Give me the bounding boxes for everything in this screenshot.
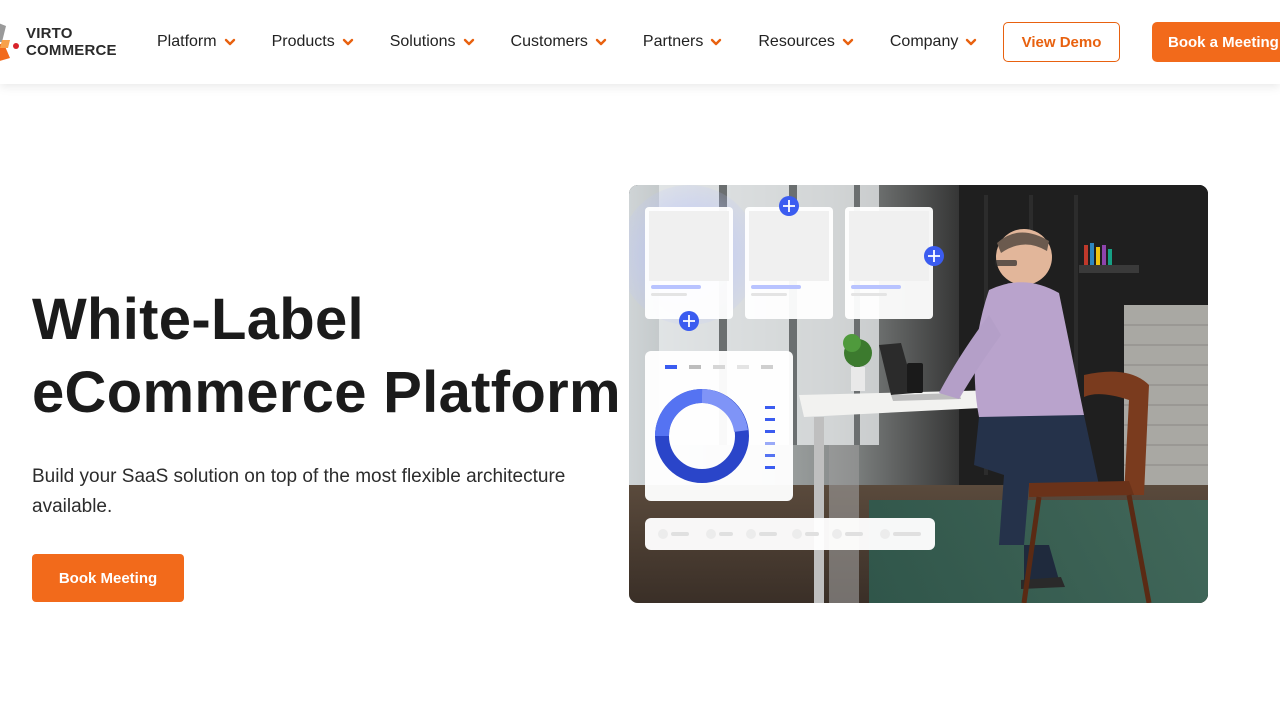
chevron-down-icon	[342, 36, 354, 48]
nav-item-platform[interactable]: Platform	[157, 33, 236, 51]
nav-item-label: Solutions	[389, 33, 456, 50]
chevron-down-icon	[965, 36, 977, 48]
nav-item-customers[interactable]: Customers	[511, 33, 607, 51]
chevron-down-icon	[224, 36, 236, 48]
logo-wordmark: VIRTO COMMERCE	[26, 25, 117, 59]
product-card	[645, 207, 733, 319]
logo-line-1: VIRTO	[26, 25, 73, 42]
hero-title-line-2: eCommerce Platform	[32, 360, 621, 425]
hero-title: White-Label eCommerce Platform	[32, 283, 632, 429]
view-demo-button[interactable]: View Demo	[1003, 22, 1120, 62]
nav-item-products[interactable]: Products	[272, 33, 354, 51]
book-a-meeting-button[interactable]: Book a Meeting	[1152, 22, 1280, 62]
nav-item-label: Resources	[758, 33, 835, 50]
site-header: VIRTO COMMERCE Platform Products Solutio…	[0, 0, 1280, 84]
product-card	[745, 207, 833, 319]
nav-item-label: Partners	[642, 33, 704, 50]
nav-item-label: Products	[271, 33, 335, 50]
nav-item-company[interactable]: Company	[890, 33, 977, 51]
chevron-down-icon	[463, 36, 475, 48]
product-card	[845, 207, 933, 319]
chevron-down-icon	[842, 36, 854, 48]
plus-icon	[924, 246, 944, 266]
nav-item-resources[interactable]: Resources	[758, 33, 854, 51]
office-photo-illustration	[629, 185, 1208, 603]
nav-item-partners[interactable]: Partners	[643, 33, 722, 51]
plus-icon	[779, 196, 799, 216]
chevron-down-icon	[710, 36, 722, 48]
logo-mark-icon	[0, 23, 19, 61]
nav-item-solutions[interactable]: Solutions	[390, 33, 475, 51]
plus-icon	[679, 311, 699, 331]
nav-item-label: Customers	[510, 33, 588, 50]
main-nav: Platform Products Solutions Customers Pa…	[157, 0, 977, 84]
book-meeting-button[interactable]: Book Meeting	[32, 554, 184, 602]
filter-bar	[645, 518, 935, 550]
donut-chart-card	[645, 351, 793, 501]
hero-illustration	[629, 185, 1208, 603]
virto-commerce-logo[interactable]: VIRTO COMMERCE	[0, 22, 126, 64]
chevron-down-icon	[595, 36, 607, 48]
nav-item-label: Platform	[157, 33, 217, 50]
nav-item-label: Company	[889, 33, 959, 50]
logo-line-2: COMMERCE	[26, 42, 117, 59]
hero-title-line-1: White-Label	[32, 287, 364, 352]
hero-subtitle: Build your SaaS solution on top of the m…	[32, 466, 566, 517]
